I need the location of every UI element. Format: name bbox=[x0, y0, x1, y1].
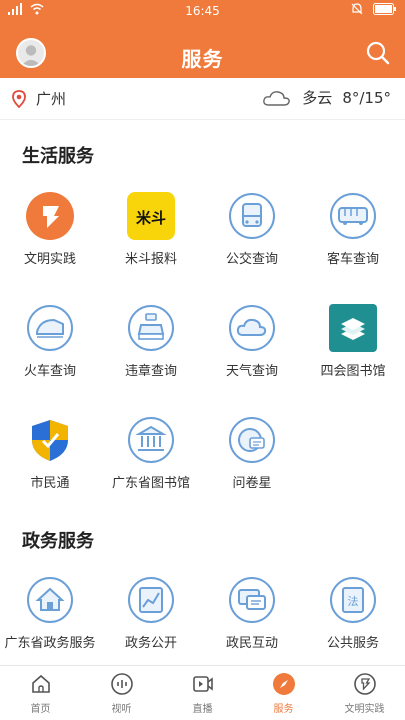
service-gov-interaction[interactable]: 政民互动 bbox=[202, 576, 302, 651]
service-public[interactable]: 法 公共服务 bbox=[303, 576, 403, 651]
midou-logo-icon: 米斗 bbox=[127, 192, 175, 240]
home-tab-icon bbox=[31, 674, 50, 693]
service-gd-gov[interactable]: 广东省政务服务 bbox=[0, 576, 100, 651]
car-violation-icon bbox=[128, 305, 174, 351]
compass-tab-icon bbox=[272, 673, 295, 695]
header: 服务 bbox=[0, 22, 405, 78]
location[interactable]: 广州 bbox=[12, 88, 66, 109]
weather-condition: 多云 bbox=[302, 89, 333, 107]
service-coach[interactable]: 客车查询 bbox=[303, 192, 403, 267]
audio-tab-icon bbox=[110, 673, 133, 695]
weather-temp: 8°/15° bbox=[342, 88, 391, 107]
service-gov-open[interactable]: 政务公开 bbox=[101, 576, 201, 651]
flag-icon bbox=[26, 192, 74, 240]
page-title: 服务 bbox=[181, 47, 224, 71]
bottom-tab-bar: 首页 视听 直播 服务 文明实践 bbox=[0, 665, 405, 720]
library-building-icon bbox=[128, 417, 174, 463]
section-title-life: 生活服务 bbox=[22, 146, 94, 167]
search-icon bbox=[366, 41, 390, 65]
flag-tab-icon bbox=[353, 673, 376, 695]
survey-icon bbox=[229, 417, 275, 463]
coach-icon bbox=[330, 193, 376, 239]
weather[interactable]: 多云 8°/15° bbox=[262, 87, 391, 108]
law-icon: 法 bbox=[330, 577, 376, 623]
train-icon bbox=[27, 305, 73, 351]
shield-icon bbox=[32, 420, 68, 461]
service-sihui-library[interactable]: 四会图书馆 bbox=[303, 304, 403, 379]
tab-wenming[interactable]: 文明实践 bbox=[324, 666, 405, 720]
location-weather-bar: 广州 多云 8°/15° bbox=[0, 78, 405, 120]
city-label: 广州 bbox=[36, 90, 67, 108]
service-train[interactable]: 火车查询 bbox=[0, 304, 100, 379]
cloud-weather-icon bbox=[263, 90, 291, 106]
service-bus[interactable]: 公交查询 bbox=[202, 192, 302, 267]
chart-icon bbox=[128, 577, 174, 623]
books-icon bbox=[329, 304, 377, 352]
service-wenming[interactable]: 文明实践 bbox=[0, 192, 100, 267]
alarm-icon bbox=[351, 3, 363, 18]
bus-icon bbox=[229, 193, 275, 239]
cloud-icon bbox=[229, 305, 275, 351]
tab-audio[interactable]: 视听 bbox=[81, 666, 162, 720]
svg-text:米斗: 米斗 bbox=[136, 209, 166, 227]
video-tab-icon bbox=[192, 676, 213, 692]
service-violation[interactable]: 违章查询 bbox=[101, 304, 201, 379]
service-midou[interactable]: 米斗 米斗报料 bbox=[101, 192, 201, 267]
service-gd-library[interactable]: 广东省图书馆 bbox=[101, 416, 201, 491]
svg-text:法: 法 bbox=[348, 594, 359, 608]
tab-live[interactable]: 直播 bbox=[162, 666, 243, 720]
tab-service[interactable]: 服务 bbox=[243, 666, 324, 720]
service-shimintong[interactable]: 市民通 bbox=[0, 416, 100, 491]
tab-home[interactable]: 首页 bbox=[0, 666, 81, 720]
status-bar: 16:45 bbox=[0, 0, 405, 22]
battery-icon bbox=[373, 3, 397, 18]
service-survey[interactable]: 问卷星 bbox=[202, 416, 302, 491]
service-weather[interactable]: 天气查询 bbox=[202, 304, 302, 379]
section-title-gov: 政务服务 bbox=[22, 531, 94, 552]
clock: 16:45 bbox=[185, 4, 220, 18]
home-icon bbox=[27, 577, 73, 623]
search-button[interactable] bbox=[365, 40, 391, 66]
chat-icon bbox=[229, 577, 275, 623]
location-pin-icon bbox=[12, 89, 26, 108]
